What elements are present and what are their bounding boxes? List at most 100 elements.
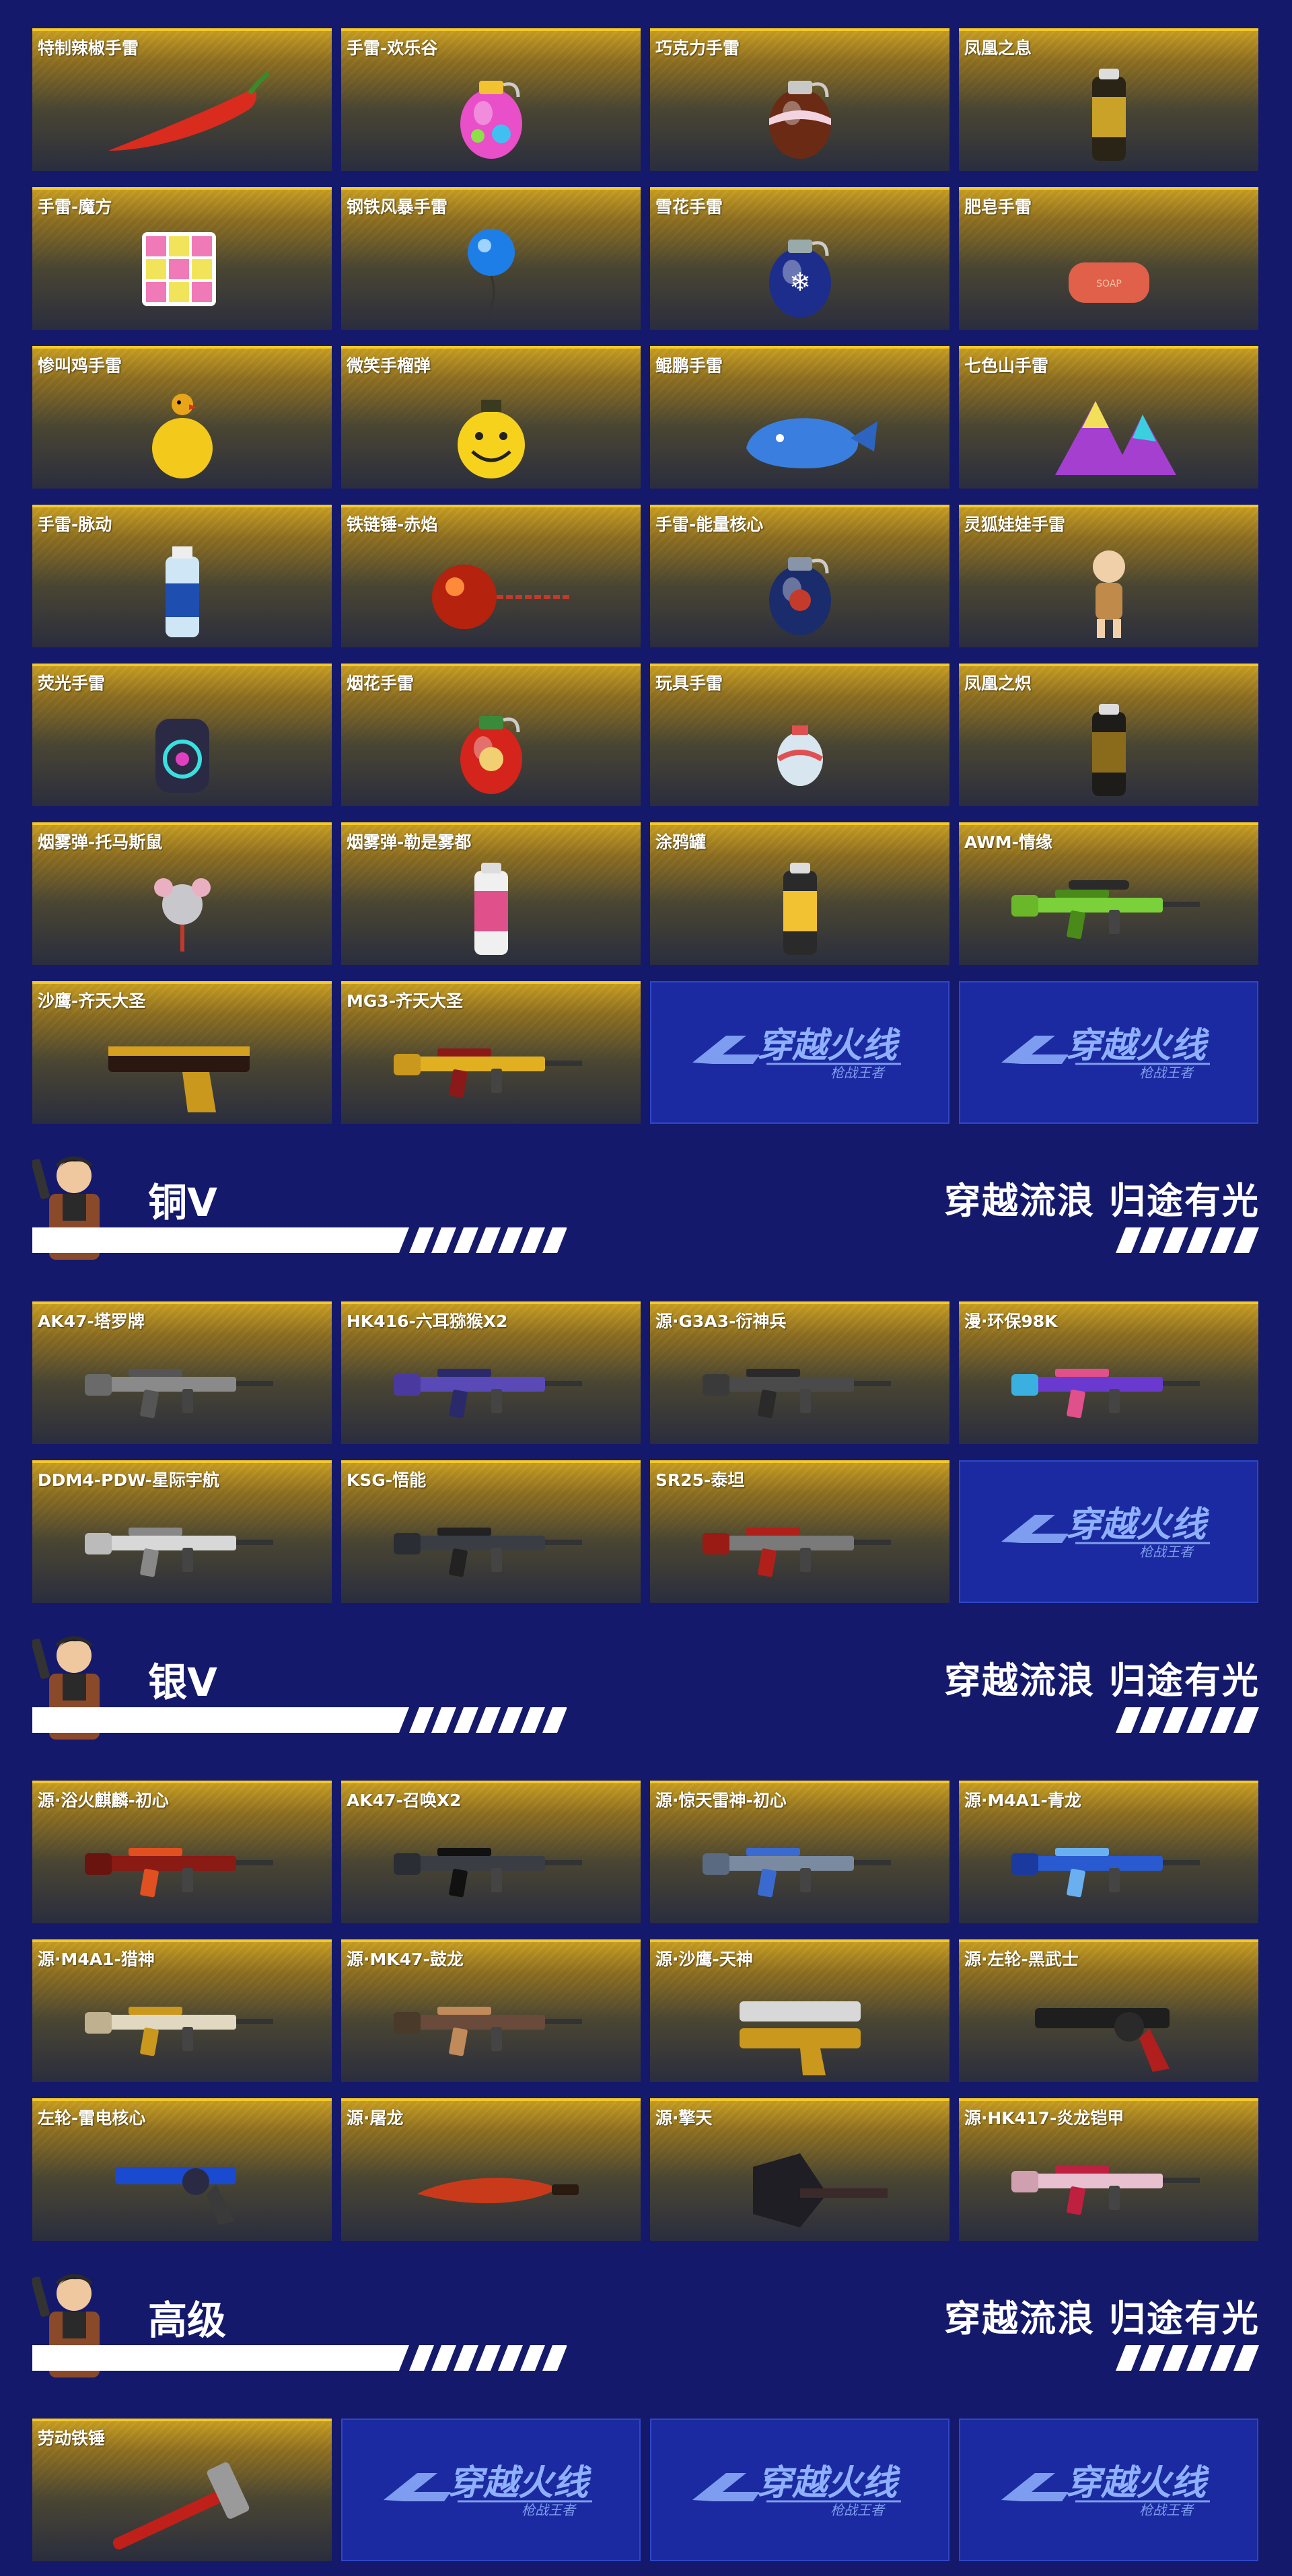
item-card[interactable]: 微笑手榴弹	[341, 346, 641, 489]
item-name: 源·G3A3-衍神兵	[655, 1312, 787, 1331]
grenade-chocolate-icon	[699, 57, 901, 164]
item-card[interactable]: 左轮-雷电核心	[32, 2098, 332, 2241]
stripe-bar	[32, 1227, 567, 1253]
logo-subtext: 枪战王者	[830, 2502, 886, 2518]
item-card[interactable]: 凤凰之炽	[959, 664, 1258, 806]
item-name: 漫·环保98K	[964, 1312, 1058, 1331]
item-name: HK416-六耳猕猴X2	[347, 1312, 508, 1331]
item-card[interactable]: 烟雾弹-托马斯鼠	[32, 822, 332, 965]
item-card[interactable]: 七色山手雷	[959, 346, 1258, 489]
item-card[interactable]: 源·擎天	[650, 2098, 949, 2241]
rifle-dragon-bronze-icon	[390, 1968, 592, 2075]
slogan: 穿越流浪 归途有光	[944, 2297, 1260, 2340]
slash-decoration	[1116, 1707, 1260, 1733]
crossfire-logo-graphic: 穿越火线 枪战王者	[1001, 1026, 1210, 1081]
item-name: 涂鸦罐	[655, 832, 707, 852]
rifle-graffiti-icon	[1008, 1330, 1210, 1437]
drink-bottle-icon	[81, 533, 283, 641]
item-card[interactable]: 劳动铁锤	[32, 2419, 332, 2561]
item-card[interactable]: AWM-情缘	[959, 822, 1258, 965]
chicken-ball-icon	[81, 374, 283, 482]
item-card[interactable]: 特制辣椒手雷	[32, 28, 332, 171]
ak-red-icon	[81, 1809, 283, 1917]
grenade-snowflake-icon: ❄	[699, 215, 901, 323]
item-name: DDM4-PDW-星际宇航	[38, 1470, 220, 1490]
item-name: KSG-悟能	[347, 1470, 427, 1490]
item-card[interactable]: 源·沙鹰-天神	[650, 1939, 949, 2082]
flame-flail-icon	[390, 533, 592, 641]
item-card[interactable]: 手雷-魔方	[32, 187, 332, 330]
item-name: 鲲鹏手雷	[655, 356, 723, 375]
crossfire-logo-graphic: 穿越火线 枪战王者	[692, 1026, 901, 1081]
knife-red-icon	[390, 2126, 592, 2234]
spray-can-graffiti-icon	[699, 851, 901, 958]
item-card[interactable]: 涂鸦罐	[650, 822, 949, 965]
item-card[interactable]: MG3-齐天大圣	[341, 981, 641, 1124]
item-card[interactable]: 铁链锤-赤焰	[341, 505, 641, 647]
item-card[interactable]: AK47-塔罗牌	[32, 1301, 332, 1444]
item-name: 手雷-脉动	[38, 515, 112, 534]
item-name: 源·沙鹰-天神	[655, 1949, 753, 1969]
item-name: 微笑手榴弹	[347, 356, 431, 375]
item-name: 源·擎天	[655, 2108, 713, 2128]
item-card[interactable]: 雪花手雷 ❄	[650, 187, 949, 330]
item-card[interactable]: 荧光手雷	[32, 664, 332, 806]
item-card[interactable]: 手雷-脉动	[32, 505, 332, 647]
crossfire-logo-tile: 穿越火线 枪战王者	[341, 2419, 641, 2561]
logo-text: 穿越火线	[756, 1026, 900, 1066]
item-card[interactable]: 手雷-欢乐谷	[341, 28, 641, 171]
item-card[interactable]: 烟雾弹-勒是雾都	[341, 822, 641, 965]
item-card[interactable]: 源·浴火麒麟-初心	[32, 1781, 332, 1923]
item-name: AK47-召唤X2	[347, 1791, 462, 1810]
item-card[interactable]: 鲲鹏手雷	[650, 346, 949, 489]
item-card[interactable]: 手雷-能量核心	[650, 505, 949, 647]
rifle-purple-icon	[390, 1330, 592, 1437]
item-name: 源·惊天雷神-初心	[655, 1791, 787, 1810]
item-card[interactable]: 源·MK47-鼓龙	[341, 1939, 641, 2082]
item-name: 巧克力手雷	[655, 38, 740, 58]
axe-black-icon	[699, 2126, 901, 2234]
crossfire-logo-graphic: 穿越火线 枪战王者	[1001, 2463, 1210, 2518]
item-card[interactable]: 源·HK417-炎龙铠甲	[959, 2098, 1258, 2241]
ak-dark-icon	[390, 1809, 592, 1917]
item-card[interactable]: 巧克力手雷	[650, 28, 949, 171]
item-name: 手雷-魔方	[38, 197, 112, 217]
item-card[interactable]: 源·左轮-黑武士	[959, 1939, 1258, 2082]
item-card[interactable]: 源·G3A3-衍神兵	[650, 1301, 949, 1444]
tier-banner: 银V 穿越流浪 归途有光	[31, 1625, 1260, 1740]
item-card[interactable]: AK47-召唤X2	[341, 1781, 641, 1923]
item-card[interactable]: KSG-悟能	[341, 1460, 641, 1603]
crossfire-logo-graphic: 穿越火线 枪战王者	[692, 2463, 901, 2518]
item-card[interactable]: 源·M4A1-青龙	[959, 1781, 1258, 1923]
logo-text: 穿越火线	[1065, 1505, 1209, 1545]
item-card[interactable]: 源·惊天雷神-初心	[650, 1781, 949, 1923]
item-name: AWM-情缘	[964, 832, 1053, 852]
item-card[interactable]: 沙鹰-齐天大圣	[32, 981, 332, 1124]
logo-subtext: 枪战王者	[830, 1065, 886, 1081]
hammer-red-icon	[81, 2447, 283, 2554]
tier-title: 铜V	[148, 1180, 217, 1225]
item-name: 凤凰之息	[964, 38, 1032, 58]
neon-grenade-icon	[81, 692, 283, 799]
canister-black-icon	[1008, 692, 1210, 799]
item-card[interactable]: 烟花手雷	[341, 664, 641, 806]
item-grid: AK47-塔罗牌 HK416-六耳猕猴X2 源·G3A3-衍神兵 漫·环保98K…	[32, 1301, 1260, 1603]
item-card[interactable]: 钢铁风暴手雷	[341, 187, 641, 330]
item-card[interactable]: 源·M4A1-猎神	[32, 1939, 332, 2082]
item-name: 玩具手雷	[655, 674, 723, 693]
firework-grenade-icon	[390, 692, 592, 799]
item-card[interactable]: HK416-六耳猕猴X2	[341, 1301, 641, 1444]
item-card[interactable]: DDM4-PDW-星际宇航	[32, 1460, 332, 1603]
item-name: SR25-泰坦	[655, 1470, 745, 1490]
item-card[interactable]: 凤凰之息	[959, 28, 1258, 171]
item-card[interactable]: 肥皂手雷 SOAP	[959, 187, 1258, 330]
item-card[interactable]: 灵狐娃娃手雷	[959, 505, 1258, 647]
item-name: 特制辣椒手雷	[38, 38, 139, 58]
item-card[interactable]: 源·屠龙	[341, 2098, 641, 2241]
item-card[interactable]: SR25-泰坦	[650, 1460, 949, 1603]
soap-bar-icon: SOAP	[1008, 215, 1210, 323]
item-card[interactable]: 漫·环保98K	[959, 1301, 1258, 1444]
item-card[interactable]: 惨叫鸡手雷	[32, 346, 332, 489]
item-name: 左轮-雷电核心	[38, 2108, 146, 2128]
item-card[interactable]: 玩具手雷	[650, 664, 949, 806]
